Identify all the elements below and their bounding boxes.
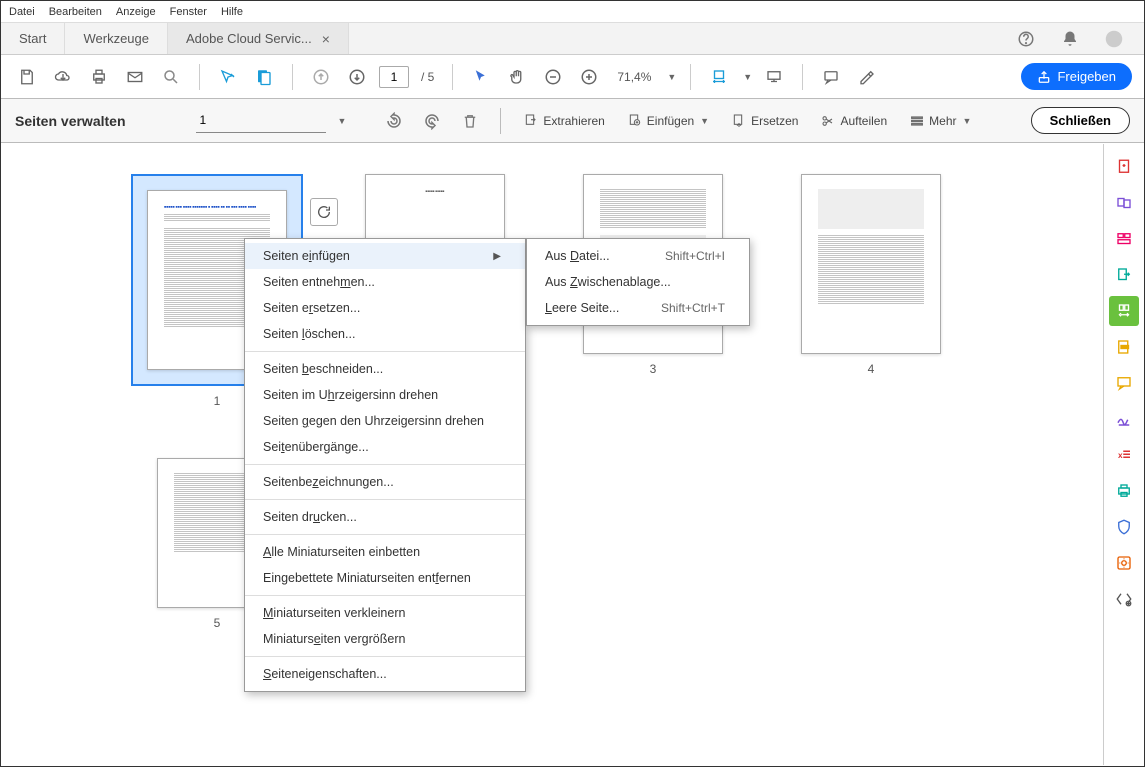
page-number-input[interactable] [379,66,409,88]
save-icon[interactable] [13,63,41,91]
menu-item-rotate-ccw[interactable]: Seiten gegen den Uhrzeigersinn drehen [245,408,525,434]
fit-width-icon[interactable] [705,63,733,91]
menu-item-enlarge-thumbs[interactable]: Miniaturseiten vergrößern [245,626,525,652]
zoom-dropdown-icon[interactable]: ▼ [667,72,676,82]
hand-icon[interactable] [503,63,531,91]
page-thumbnails-icon[interactable] [250,63,278,91]
highlight-icon[interactable] [853,63,881,91]
rotate-thumbnail-icon[interactable] [310,198,338,226]
tool-edit-icon[interactable] [1109,224,1139,254]
tab-werkzeuge[interactable]: Werkzeuge [65,23,168,54]
zoom-value[interactable]: 71,4% [611,68,657,86]
tool-create-pdf-icon[interactable] [1109,152,1139,182]
extract-button[interactable]: Extrahieren [517,109,610,133]
menu-item-print-pages[interactable]: Seiten drucken... [245,504,525,530]
menu-item-page-labels[interactable]: Seitenbezeichnungen... [245,469,525,495]
menu-item-embed-thumbs[interactable]: Alle Miniaturseiten einbetten [245,539,525,565]
cloud-icon[interactable] [49,63,77,91]
page-select-dropdown-icon[interactable]: ▼ [338,116,347,126]
print-icon[interactable] [85,63,113,91]
tool-organize-icon[interactable] [1109,296,1139,326]
context-toolbar: Seiten verwalten ▼ Extrahieren Einfügen▼… [1,99,1144,143]
tool-redact-icon[interactable] [1109,332,1139,362]
fit-dropdown-icon[interactable]: ▼ [743,72,752,82]
menu-item-crop-pages[interactable]: Seiten beschneiden... [245,356,525,382]
menu-hilfe[interactable]: Hilfe [221,6,243,18]
more-button[interactable]: Mehr▼ [903,109,977,133]
zoom-out-icon[interactable] [539,63,567,91]
context-title: Seiten verwalten [15,113,126,129]
zoom-in-icon[interactable] [575,63,603,91]
help-icon[interactable] [1012,25,1040,53]
search-icon[interactable] [157,63,185,91]
rotate-ccw-icon[interactable] [380,107,408,135]
split-button[interactable]: Aufteilen [814,109,893,133]
main-toolbar: / 5 71,4% ▼ ▼ Freigeben [1,55,1144,99]
menu-datei[interactable]: Datei [9,6,35,18]
thumbnail-label: 4 [868,362,875,376]
read-mode-icon[interactable] [760,63,788,91]
replace-button[interactable]: Ersetzen [725,109,804,133]
profile-icon[interactable] [1100,25,1128,53]
tool-comment-icon[interactable] [1109,368,1139,398]
tool-more-icon[interactable] [1109,584,1139,614]
submenu-item-blank-page[interactable]: Leere Seite...Shift+Ctrl+T [527,295,749,321]
tool-optimize-icon[interactable] [1109,548,1139,578]
menu-item-shrink-thumbs[interactable]: Miniaturseiten verkleinern [245,600,525,626]
submenu-item-from-file[interactable]: Aus Datei...Shift+Ctrl+I [527,243,749,269]
bell-icon[interactable] [1056,25,1084,53]
close-panel-button[interactable]: Schließen [1031,107,1130,134]
menu-item-page-properties[interactable]: Seiteneigenschaften... [245,661,525,687]
thumbnail-label: 1 [214,394,221,408]
tab-start[interactable]: Start [1,23,65,54]
menu-item-replace-pages[interactable]: Seiten ersetzen... [245,295,525,321]
tool-combine-icon[interactable] [1109,188,1139,218]
context-menu-main: Seiten einfügen▶ Seiten entnehmen... Sei… [244,238,526,692]
tool-protect-icon[interactable] [1109,512,1139,542]
close-tab-icon[interactable]: × [322,31,330,47]
tool-measure-icon[interactable]: x [1109,440,1139,470]
menubar: Datei Bearbeiten Anzeige Fenster Hilfe [1,1,1144,23]
thumbnail-4[interactable]: 4 [776,174,966,408]
tool-export-icon[interactable] [1109,260,1139,290]
menu-item-transitions[interactable]: Seitenübergänge... [245,434,525,460]
tabbar: Start Werkzeuge Adobe Cloud Servic... × [1,23,1144,55]
comment-icon[interactable] [817,63,845,91]
share-button[interactable]: Freigeben [1021,63,1132,90]
context-menu-insert-submenu: Aus Datei...Shift+Ctrl+I Aus Zwischenabl… [526,238,750,326]
delete-icon[interactable] [456,107,484,135]
thumbnail-label: 3 [650,362,657,376]
tool-sign-icon[interactable] [1109,404,1139,434]
menu-item-insert-pages[interactable]: Seiten einfügen▶ [245,243,525,269]
next-page-icon[interactable] [343,63,371,91]
svg-text:x: x [1118,451,1123,460]
pointer-icon[interactable] [467,63,495,91]
page-select-input[interactable] [196,109,326,133]
mail-icon[interactable] [121,63,149,91]
submenu-item-from-clipboard[interactable]: Aus Zwischenablage... [527,269,749,295]
menu-item-extract-pages[interactable]: Seiten entnehmen... [245,269,525,295]
menu-bearbeiten[interactable]: Bearbeiten [49,6,102,18]
menu-anzeige[interactable]: Anzeige [116,6,156,18]
tab-document[interactable]: Adobe Cloud Servic... × [168,23,349,54]
tool-print-icon[interactable] [1109,476,1139,506]
page-total-label: / 5 [421,70,434,84]
selection-tool-icon[interactable] [214,63,242,91]
thumbnail-label: 5 [214,616,221,630]
prev-page-icon[interactable] [307,63,335,91]
menu-item-remove-thumbs[interactable]: Eingebettete Miniaturseiten entfernen [245,565,525,591]
tools-sidebar: x [1103,144,1143,765]
menu-item-rotate-cw[interactable]: Seiten im Uhrzeigersinn drehen [245,382,525,408]
insert-button[interactable]: Einfügen▼ [621,109,715,133]
menu-fenster[interactable]: Fenster [170,6,207,18]
menu-item-delete-pages[interactable]: Seiten löschen... [245,321,525,347]
rotate-cw-icon[interactable] [418,107,446,135]
